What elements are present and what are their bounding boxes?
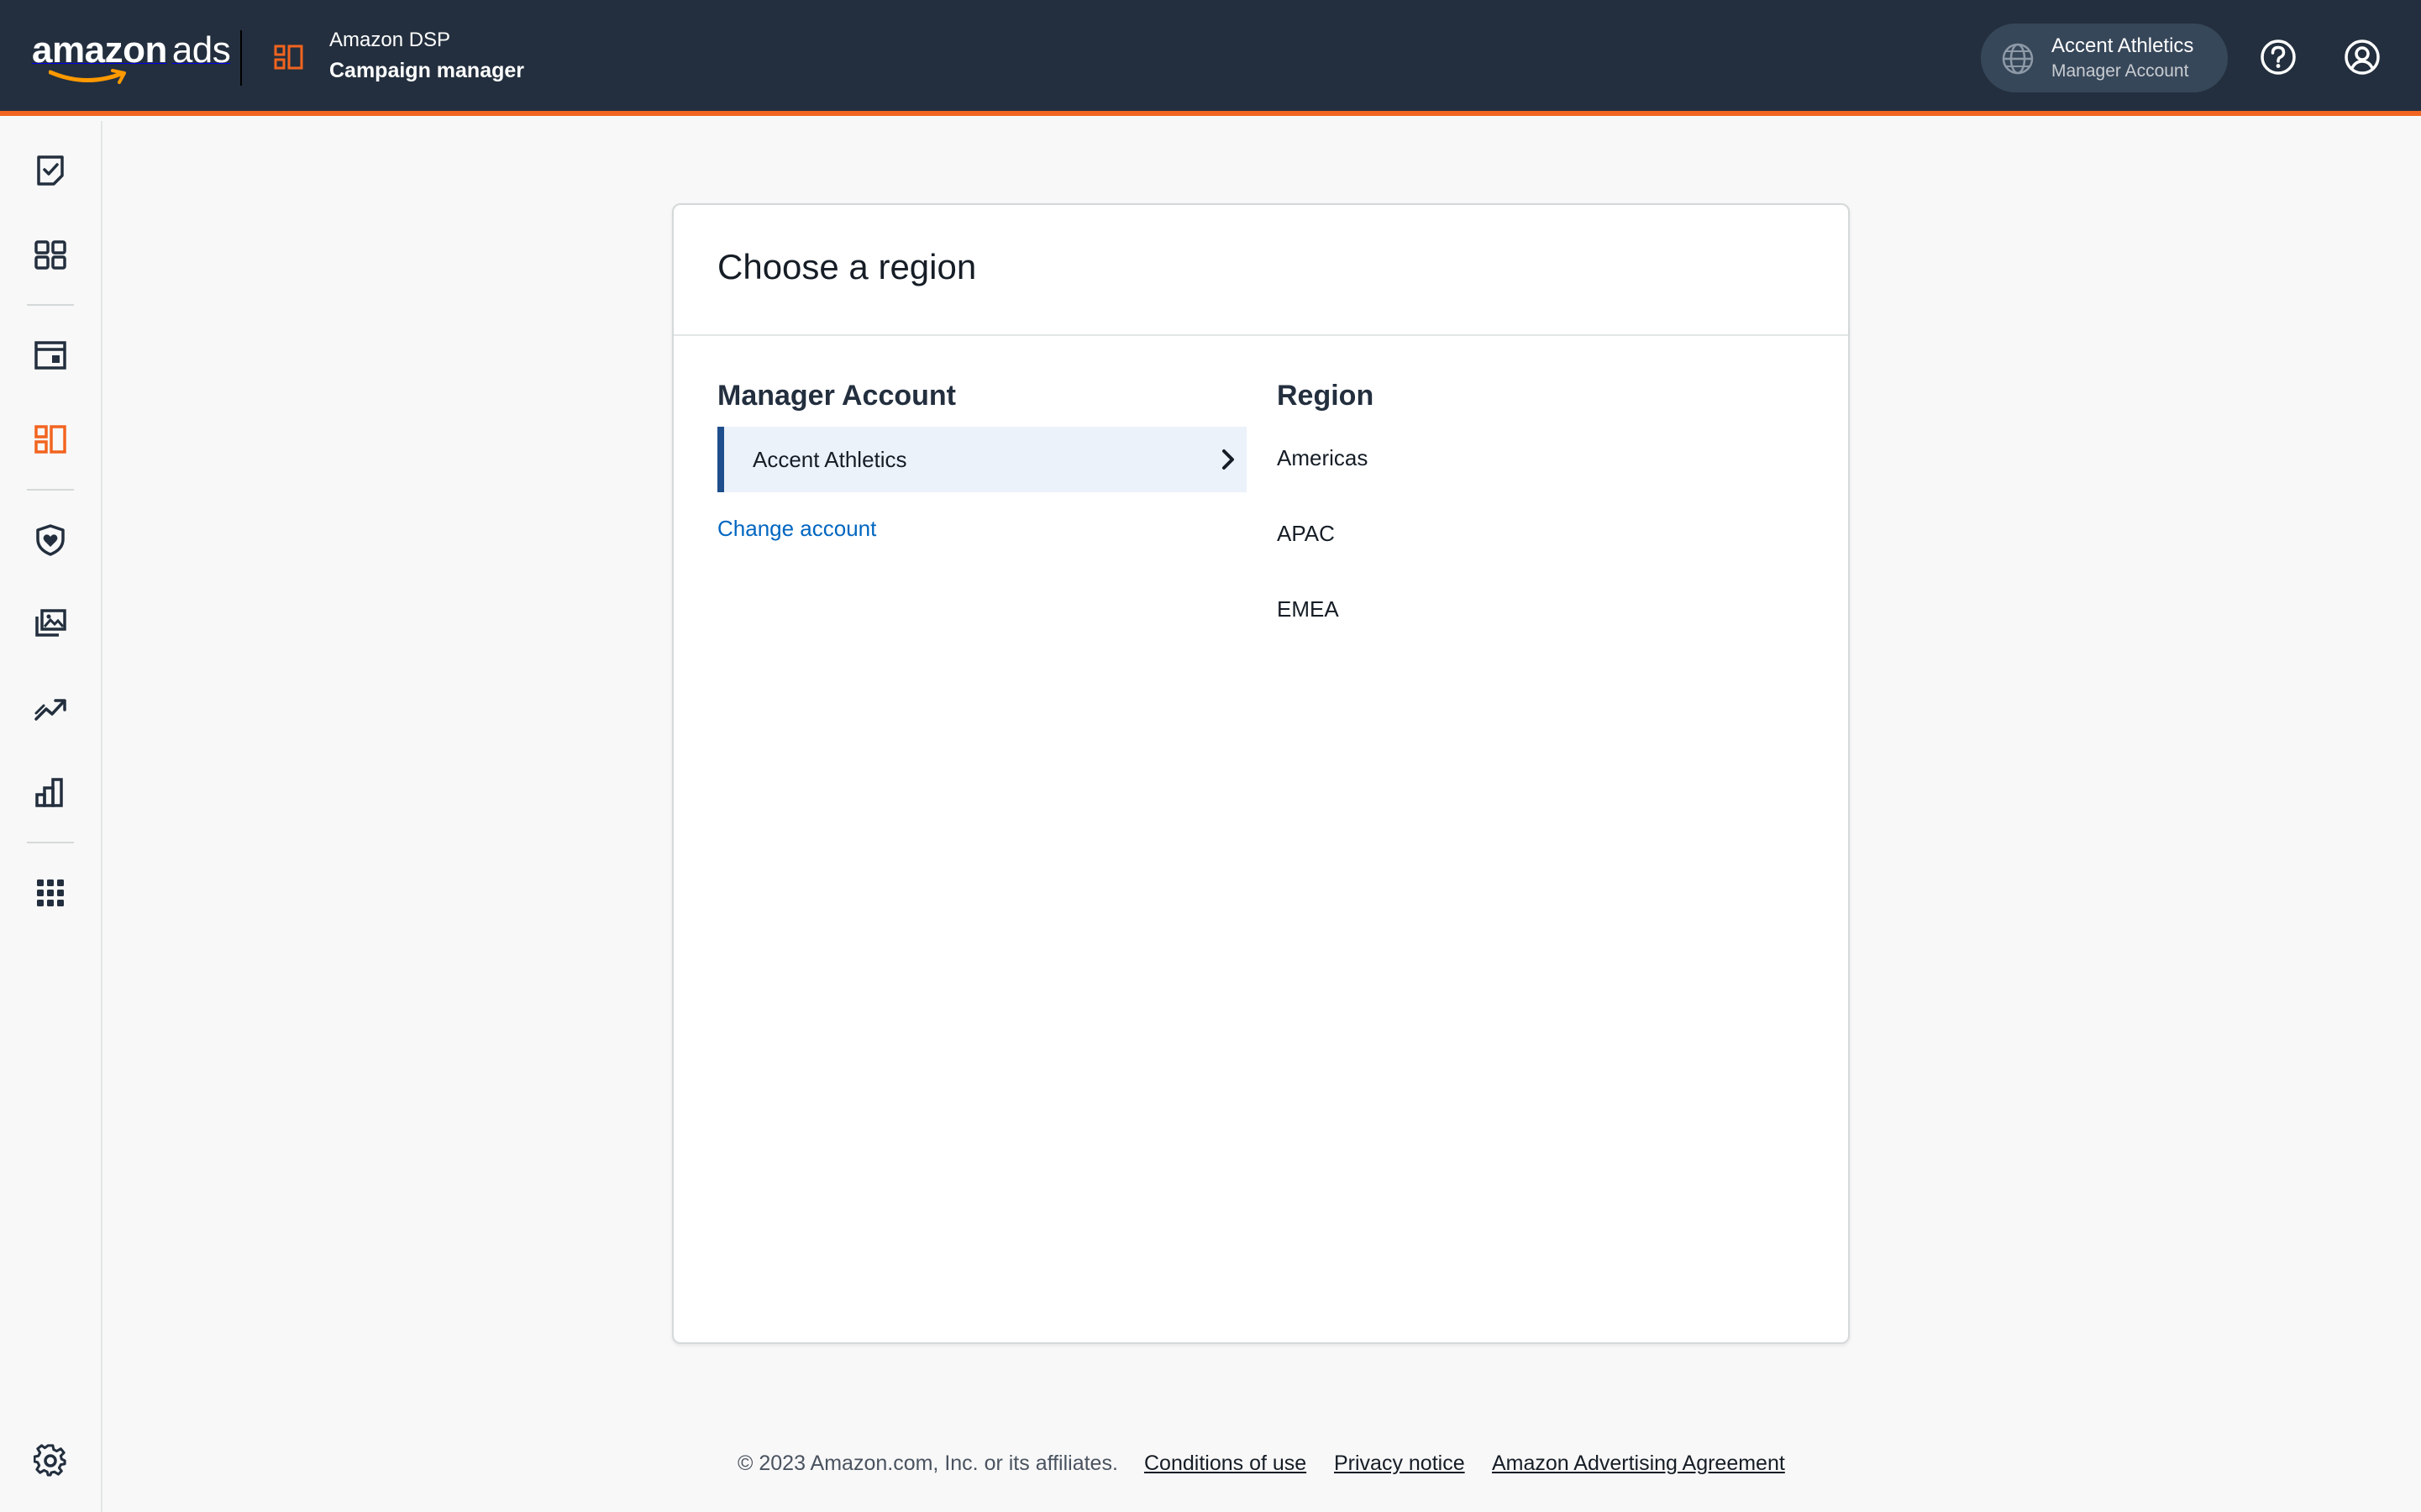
page-title: Choose a region <box>717 247 977 286</box>
nav-separator <box>27 304 74 306</box>
nav-separator <box>27 842 74 843</box>
top-navigation-bar: amazon ads Amazon DSP Campaign manager Ac… <box>0 0 2421 116</box>
logo-suffix: ads <box>171 29 231 71</box>
account-switcher-button[interactable]: Accent Athletics Manager Account <box>1981 24 2228 92</box>
change-account-link[interactable]: Change account <box>717 516 876 542</box>
nav-measurement-button[interactable] <box>30 688 71 728</box>
selected-account-label: Accent Athletics <box>753 447 907 472</box>
gear-icon <box>34 1444 66 1477</box>
layout-grid-icon <box>34 240 66 270</box>
trend-up-icon <box>34 699 66 721</box>
copyright-text: © 2023 Amazon.com, Inc. or its affiliate… <box>738 1452 1118 1475</box>
nav-tasks-button[interactable] <box>30 150 71 191</box>
left-navigation-rail <box>0 121 102 1512</box>
chevron-right-icon <box>1222 449 1234 470</box>
region-option-americas[interactable]: Americas <box>1277 445 1368 471</box>
nav-dashboard-button[interactable] <box>30 234 71 275</box>
clipboard-check-icon <box>37 155 64 186</box>
bar-chart-icon <box>35 778 63 807</box>
choose-region-card: Choose a region Manager Account Accent A… <box>672 203 1850 1344</box>
nav-brand-safety-button[interactable] <box>30 520 71 560</box>
campaign-manager-product-icon <box>274 45 303 70</box>
product-section: Campaign manager <box>329 59 525 82</box>
nav-inventory-button[interactable] <box>30 335 71 375</box>
conditions-of-use-link[interactable]: Conditions of use <box>1144 1452 1306 1476</box>
current-account-name: Accent Athletics <box>2051 34 2194 57</box>
nav-creatives-button[interactable] <box>30 604 71 644</box>
logo-main: amazon <box>32 29 167 71</box>
nav-apps-button[interactable] <box>30 873 71 913</box>
user-profile-icon[interactable] <box>2344 39 2381 76</box>
region-option-emea[interactable]: EMEA <box>1277 596 1339 622</box>
amazon-ads-logo[interactable]: amazon ads <box>32 32 231 87</box>
nav-campaign-manager-button[interactable] <box>30 419 71 459</box>
region-heading: Region <box>1277 380 1374 412</box>
privacy-notice-link[interactable]: Privacy notice <box>1334 1452 1465 1476</box>
shield-heart-icon <box>36 524 65 556</box>
amazon-smile-icon <box>49 69 126 84</box>
apps-grid-icon <box>37 879 64 906</box>
nav-separator <box>27 489 74 491</box>
advertising-agreement-link[interactable]: Amazon Advertising Agreement <box>1492 1452 1785 1476</box>
card-header-divider <box>674 334 1848 336</box>
product-name: Amazon DSP <box>329 29 451 51</box>
image-gallery-icon <box>35 609 66 637</box>
selected-account-row[interactable]: Accent Athletics <box>717 427 1247 492</box>
help-icon[interactable] <box>2260 39 2297 76</box>
nav-reports-button[interactable] <box>30 772 71 812</box>
window-icon <box>34 341 66 370</box>
logo-wordmark: amazon ads <box>32 29 231 71</box>
current-account-type: Manager Account <box>2051 61 2189 81</box>
header-divider <box>240 30 242 86</box>
nav-settings-button[interactable] <box>30 1441 71 1481</box>
globe-icon <box>2002 43 2034 75</box>
manager-account-heading: Manager Account <box>717 380 957 412</box>
campaign-manager-icon <box>34 425 66 454</box>
region-option-apac[interactable]: APAC <box>1277 521 1335 547</box>
